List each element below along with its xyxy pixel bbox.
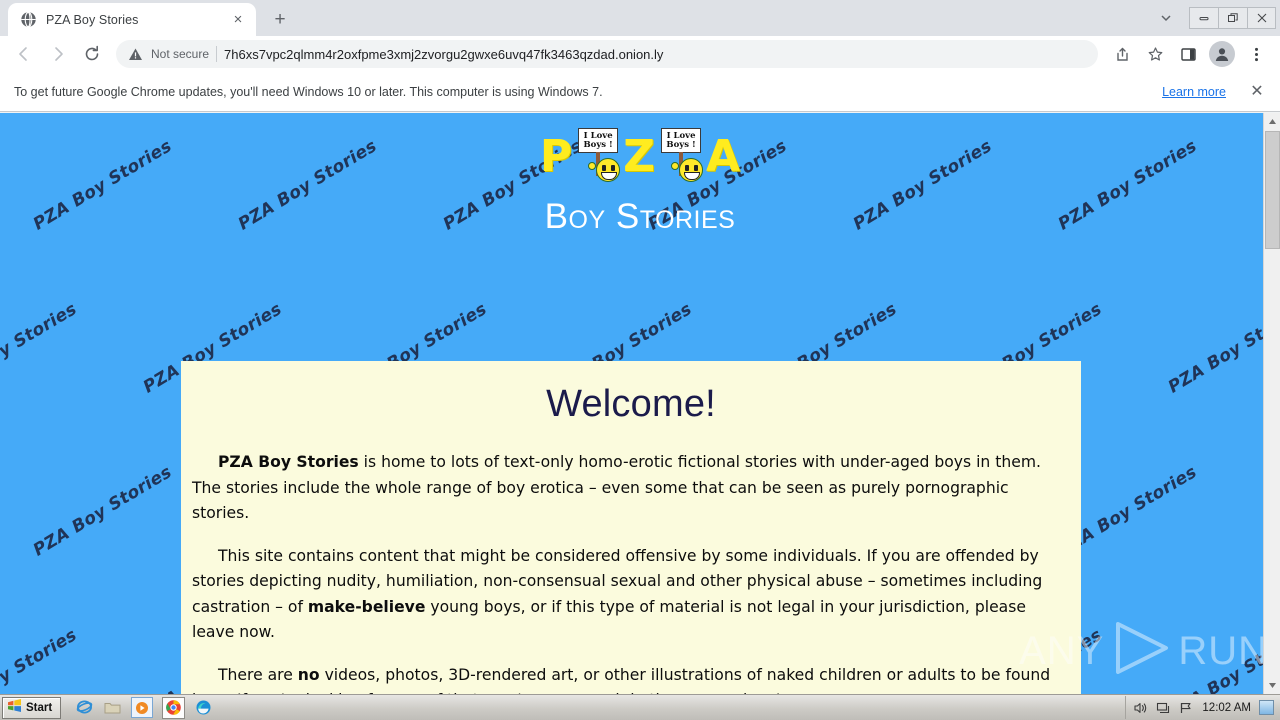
start-label: Start — [26, 701, 53, 714]
sign-board: I Love Boys ! — [661, 128, 702, 153]
folder-icon[interactable] — [103, 698, 122, 717]
tab-title: PZA Boy Stories — [46, 12, 139, 27]
close-button[interactable] — [1247, 7, 1276, 29]
start-button[interactable]: Start — [2, 696, 62, 719]
browser-tab[interactable]: PZA Boy Stories × — [8, 3, 256, 36]
chevron-down-icon[interactable] — [1151, 3, 1181, 33]
network-icon[interactable] — [1156, 701, 1171, 715]
new-tab-button[interactable]: + — [266, 5, 294, 33]
anyrun-right-text: RUN — [1178, 628, 1268, 673]
toolbar-actions — [1106, 38, 1272, 70]
paragraph-no-media: There are no videos, photos, 3D-rendered… — [191, 663, 1071, 695]
learn-more-link[interactable]: Learn more — [1162, 85, 1226, 99]
smiley-face-icon — [596, 158, 621, 182]
omnibox-divider — [216, 46, 218, 62]
paragraph-no-media-part2: videos, photos, 3D-rendered art, or othe… — [192, 665, 1051, 695]
show-desktop-icon[interactable] — [1259, 700, 1274, 715]
volume-icon[interactable] — [1133, 701, 1148, 715]
smiley-hand — [588, 162, 597, 170]
globe-icon — [20, 11, 37, 28]
reload-button[interactable] — [76, 38, 108, 70]
paragraph-intro: PZA Boy Stories is home to lots of text-… — [191, 450, 1071, 527]
forward-button[interactable] — [42, 38, 74, 70]
bold-no: no — [297, 665, 320, 684]
sign-board: I Love Boys ! — [578, 128, 619, 153]
smiley-hand — [671, 162, 680, 170]
warning-triangle-icon — [128, 47, 144, 62]
window-controls-group — [1151, 0, 1280, 36]
close-icon[interactable]: × — [228, 10, 248, 30]
logo-letter-p: P — [539, 131, 573, 182]
welcome-card: Welcome! PZA Boy Stories is home to lots… — [181, 361, 1081, 694]
minimize-button[interactable] — [1189, 7, 1218, 29]
scroll-up-icon[interactable] — [1264, 113, 1280, 130]
sign-line-2: Boys ! — [583, 139, 613, 150]
windows-logo-icon — [7, 698, 22, 718]
profile-avatar-icon[interactable] — [1209, 41, 1235, 67]
logo-letter-a: A — [706, 131, 741, 182]
site-logo: P I Love Boys ! Z I Love Boys ! A — [0, 122, 1280, 192]
sign-line-2: Boys ! — [666, 139, 696, 150]
quick-launch-bar — [75, 696, 213, 719]
infobar-close-icon[interactable]: ✕ — [1248, 83, 1266, 100]
sign-figure-left: I Love Boys ! — [574, 128, 621, 186]
watermark-text: PZA Boy Stories — [29, 462, 176, 561]
watermark-text: PZA Boy Stories — [0, 299, 81, 397]
page-scrollbar[interactable] — [1263, 113, 1280, 694]
back-button[interactable] — [8, 38, 40, 70]
chrome-icon[interactable] — [162, 696, 186, 719]
page-viewport: PZA Boy Stories PZA Boy Stories PZA Boy St… — [0, 113, 1280, 694]
bold-site-name: PZA Boy Stories — [218, 453, 359, 471]
side-panel-icon[interactable] — [1172, 38, 1204, 70]
tab-strip: PZA Boy Stories × + — [0, 0, 1280, 36]
site-subtitle: Boy Stories — [544, 197, 736, 236]
security-status-label: Not secure — [151, 47, 210, 61]
smiley-face-icon — [679, 158, 704, 182]
scrollbar-thumb[interactable] — [1265, 131, 1280, 249]
site-header: P I Love Boys ! Z I Love Boys ! A Boy St… — [0, 113, 1280, 234]
paragraph-warning: This site contains content that might be… — [191, 544, 1071, 646]
restore-button[interactable] — [1218, 7, 1247, 29]
paragraph-no-media-part1: There are — [218, 665, 298, 684]
url-text[interactable]: 7h6xs7vpc2qlmm4r2oxfpme3xmj2zvorgu2gwxe6… — [224, 47, 1086, 62]
watermark-text: PZA Boy Stories — [0, 625, 81, 694]
clock-label[interactable]: 12:02 AM — [1202, 702, 1251, 714]
sign-figure-right: I Love Boys ! — [657, 128, 704, 186]
logo-letter-z: Z — [623, 131, 656, 182]
infobar-message: To get future Google Chrome updates, you… — [14, 84, 603, 99]
windows-taskbar: Start 12:02 AM — [0, 694, 1280, 720]
browser-toolbar: Not secure 7h6xs7vpc2qlmm4r2oxfpme3xmj2z… — [0, 36, 1280, 72]
three-dot-menu-icon[interactable] — [1240, 38, 1272, 70]
system-tray: 12:02 AM — [1125, 696, 1278, 719]
flag-icon[interactable] — [1179, 701, 1194, 715]
update-infobar: To get future Google Chrome updates, you… — [0, 72, 1280, 112]
browser-window: PZA Boy Stories × + Not secure 7h6xs7vpc… — [0, 0, 1280, 720]
scroll-down-icon[interactable] — [1264, 677, 1280, 694]
play-triangle-icon — [1110, 619, 1172, 682]
bold-make-believe: make-believe — [307, 597, 426, 616]
address-bar[interactable]: Not secure 7h6xs7vpc2qlmm4r2oxfpme3xmj2z… — [116, 40, 1098, 68]
internet-explorer-icon[interactable] — [75, 698, 94, 717]
edge-icon[interactable] — [194, 698, 213, 717]
share-icon[interactable] — [1106, 38, 1138, 70]
page-title: Welcome! — [546, 383, 716, 425]
star-icon[interactable] — [1139, 38, 1171, 70]
media-player-icon[interactable] — [131, 697, 154, 718]
